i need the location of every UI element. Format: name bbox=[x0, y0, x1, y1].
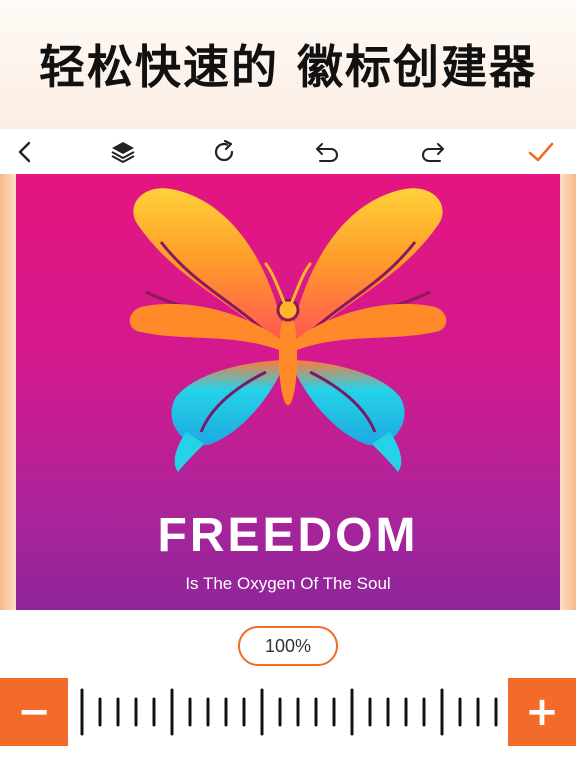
logo-title[interactable]: FREEDOM bbox=[16, 508, 560, 563]
redo-button[interactable] bbox=[418, 137, 448, 167]
zoom-level-badge: 100% bbox=[238, 626, 338, 666]
back-button[interactable] bbox=[10, 137, 40, 167]
rotate-icon bbox=[214, 139, 234, 162]
zoom-in-button[interactable]: + bbox=[508, 678, 576, 746]
butterfly-logo bbox=[129, 188, 447, 472]
canvas-area: FREEDOM Is The Oxygen Of The Soul bbox=[0, 174, 576, 610]
layers-icon bbox=[111, 142, 135, 163]
promo-headline: 轻松快速的 徽标创建器 bbox=[0, 0, 576, 128]
undo-icon bbox=[316, 143, 338, 162]
editor-toolbar bbox=[0, 128, 576, 174]
logo-artboard[interactable]: FREEDOM Is The Oxygen Of The Soul bbox=[16, 174, 560, 610]
minus-icon: − bbox=[17, 689, 51, 735]
checkmark-icon bbox=[528, 142, 554, 162]
undo-button[interactable] bbox=[312, 137, 342, 167]
chevron-left-icon bbox=[18, 141, 31, 163]
redo-icon bbox=[422, 143, 444, 162]
confirm-button[interactable] bbox=[526, 137, 556, 167]
layers-button[interactable] bbox=[108, 137, 138, 167]
plus-icon: + bbox=[525, 689, 559, 735]
headline-text: 轻松快速的 徽标创建器 bbox=[38, 40, 537, 94]
rotate-button[interactable] bbox=[209, 137, 239, 167]
zoom-out-button[interactable]: − bbox=[0, 678, 68, 746]
logo-subtitle[interactable]: Is The Oxygen Of The Soul bbox=[16, 574, 560, 594]
zoom-ruler-slider[interactable] bbox=[76, 686, 500, 738]
